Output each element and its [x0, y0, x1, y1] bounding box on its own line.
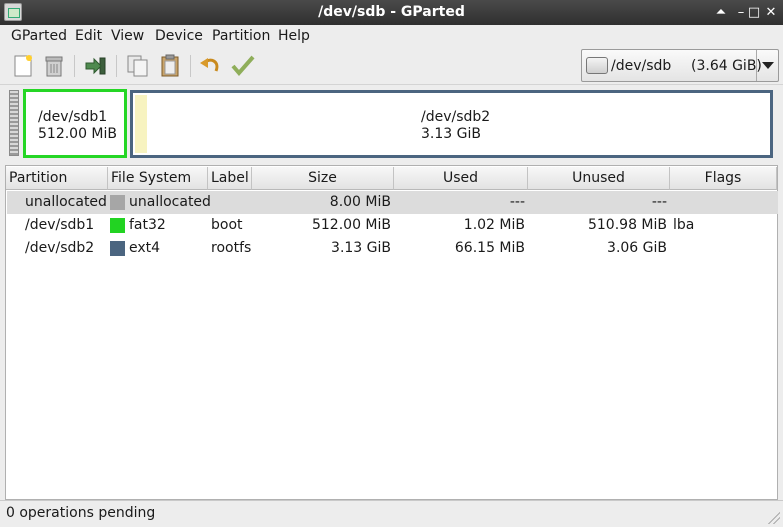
hard-disk-icon — [586, 57, 608, 74]
partition-cell: /dev/sdb2 — [25, 240, 95, 256]
toolbar-separator — [74, 55, 75, 77]
column-header-used[interactable]: Used — [394, 167, 528, 190]
size-cell: 512.00 MiB — [311, 217, 391, 233]
undo-icon[interactable] — [198, 53, 224, 79]
segment-size: 3.13 GiB — [421, 126, 481, 142]
operations-pending-status: 0 operations pending — [6, 505, 156, 521]
partition-segment-sdb2[interactable]: /dev/sdb2 3.13 GiB — [130, 90, 773, 158]
column-header-size[interactable]: Size — [252, 167, 394, 190]
new-partition-icon[interactable] — [11, 53, 37, 79]
close-button[interactable]: ✕ — [761, 0, 781, 25]
window-title: /dev/sdb - GParted — [318, 4, 465, 20]
used-cell: 1.02 MiB — [463, 217, 525, 233]
size-cell: 8.00 MiB — [329, 194, 391, 210]
filesystem-color-swatch — [110, 241, 125, 256]
used-cell: --- — [509, 194, 525, 210]
filesystem-color-swatch — [110, 218, 125, 233]
partition-segment-sdb1[interactable]: /dev/sdb1 512.00 MiB — [23, 89, 127, 158]
toolbar-separator — [190, 55, 191, 77]
column-header-unused[interactable]: Unused — [528, 167, 670, 190]
unallocated-segment[interactable] — [9, 90, 19, 156]
unused-cell: 3.06 GiB — [607, 240, 667, 256]
menu-edit[interactable]: Edit — [75, 28, 102, 44]
delete-partition-icon[interactable] — [41, 53, 67, 79]
filesystem-cell: ext4 — [129, 240, 161, 256]
table-row[interactable]: /dev/sdb1 fat32 boot 512.00 MiB 1.02 MiB… — [7, 214, 778, 237]
menu-device[interactable]: Device — [155, 28, 203, 44]
segment-size: 512.00 MiB — [38, 126, 118, 142]
status-bar: 0 operations pending — [0, 500, 783, 527]
partition-table: Partition File System Label Size Used Un… — [5, 165, 778, 500]
size-cell: 3.13 GiB — [331, 240, 391, 256]
flags-cell: lba — [673, 217, 695, 233]
menu-help[interactable]: Help — [278, 28, 310, 44]
segment-name: /dev/sdb2 — [421, 109, 491, 125]
filesystem-color-swatch — [110, 195, 125, 210]
menu-partition[interactable]: Partition — [212, 28, 270, 44]
partition-cell: /dev/sdb1 — [25, 217, 95, 233]
toolbar-separator — [116, 55, 117, 77]
unused-cell: --- — [651, 194, 667, 210]
shade-window-icon[interactable]: ⏶ — [711, 0, 731, 25]
table-row[interactable]: /dev/sdb2 ext4 rootfs 3.13 GiB 66.15 MiB… — [7, 237, 778, 260]
chevron-down-icon[interactable] — [756, 50, 778, 81]
device-selector[interactable]: /dev/sdb (3.64 GiB) — [581, 49, 779, 82]
device-size: (3.64 GiB) — [691, 58, 762, 74]
used-space-bar — [135, 95, 147, 153]
device-name: /dev/sdb — [611, 58, 672, 74]
label-cell: boot — [211, 217, 243, 233]
filesystem-cell: fat32 — [129, 217, 166, 233]
filesystem-cell: unallocated — [129, 194, 211, 210]
column-header-flags[interactable]: Flags — [670, 167, 777, 190]
apply-icon[interactable] — [230, 53, 256, 79]
menu-bar: GParted Edit View Device Partition Help — [0, 25, 783, 47]
table-row[interactable]: unallocated unallocated 8.00 MiB --- --- — [7, 191, 778, 214]
copy-icon[interactable] — [125, 53, 151, 79]
resize-grip-icon[interactable] — [768, 512, 780, 524]
unused-cell: 510.98 MiB — [587, 217, 667, 233]
column-header-filesystem[interactable]: File System — [108, 167, 208, 190]
title-bar: /dev/sdb - GParted ⏶ – □ ✕ — [0, 0, 783, 25]
paste-icon[interactable] — [157, 53, 183, 79]
segment-name: /dev/sdb1 — [38, 109, 108, 125]
menu-gparted[interactable]: GParted — [11, 28, 67, 44]
partition-map: /dev/sdb1 512.00 MiB /dev/sdb2 3.13 GiB — [6, 87, 778, 159]
menu-view[interactable]: View — [111, 28, 144, 44]
resize-move-icon[interactable] — [83, 53, 109, 79]
column-header-label[interactable]: Label — [208, 167, 252, 190]
partition-cell: unallocated — [25, 194, 107, 210]
column-header-partition[interactable]: Partition — [6, 167, 108, 190]
label-cell: rootfs — [211, 240, 252, 256]
used-cell: 66.15 MiB — [454, 240, 525, 256]
